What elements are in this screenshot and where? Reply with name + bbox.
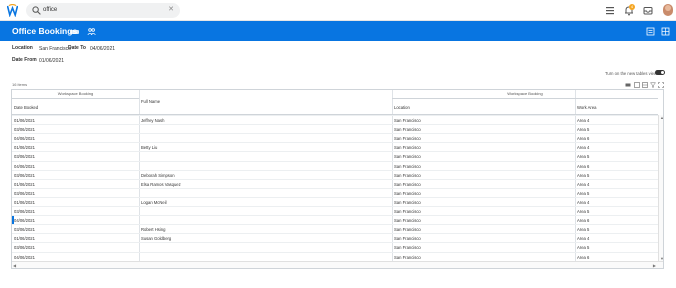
scroll-up-arrow[interactable]: ▲ (660, 115, 663, 120)
notification-badge: 4 (629, 4, 635, 10)
group-header-workspace-booking: Workspace Booking (57, 91, 94, 96)
table-row[interactable]: 03/06/2021 San Francisco Area 5 (12, 151, 658, 160)
export-pdf-icon[interactable] (646, 27, 655, 36)
top-navigation-bar: office ✕ 4 (0, 0, 676, 21)
apps-menu-icon[interactable] (605, 5, 615, 16)
scroll-right-arrow[interactable]: ▶ (653, 263, 656, 268)
table-row[interactable]: 01/06/2021 Elsa Ramos Vasquez San Francisc… (12, 178, 658, 188)
people-icon[interactable] (87, 27, 96, 36)
table-row[interactable]: 04/06/2021 San Francisco Area 6 (12, 251, 658, 261)
date-to-label: Date To (68, 45, 86, 51)
group-header-workspace-booking: Workspace Booking (507, 91, 543, 96)
export-icon[interactable] (634, 82, 640, 88)
column-header-location[interactable]: Location (394, 105, 410, 110)
vertical-scrollbar[interactable]: ▲ ▼ (658, 115, 663, 261)
column-header-full-name[interactable]: Full Name (141, 99, 160, 104)
inbox-icon[interactable] (643, 5, 653, 16)
table-row[interactable]: 03/06/2021 San Francisco Area 5 (12, 242, 658, 251)
table-row[interactable]: 04/06/2021 San Francisco Area 6 (12, 160, 658, 170)
table-row[interactable]: 03/06/2021 Deborah Simpson San Francisco Ar… (12, 169, 658, 179)
filter-icon[interactable] (650, 82, 656, 88)
search-input[interactable]: office (43, 6, 57, 15)
table-row[interactable]: 01/06/2021 Susan Goldberg San Francisco Are… (12, 233, 658, 242)
fullscreen-icon[interactable] (658, 82, 664, 88)
table-row[interactable]: 04/06/2021 San Francisco Area 6 (12, 133, 658, 142)
page-title: Office Bookings (12, 26, 78, 36)
table-row[interactable]: 03/06/2021 Robert Hsing San Francisco Area … (12, 224, 658, 233)
column-header-date-booked[interactable]: Date Booked (14, 105, 38, 110)
workday-logo-icon[interactable] (7, 4, 18, 17)
table-row[interactable]: 01/06/2021 Jeffrey Nash San Francisco Area … (12, 115, 658, 124)
horizontal-scrollbar[interactable]: ◀ ▶ (12, 261, 663, 268)
table-row[interactable]: 03/06/2021 San Francisco Area 5 (12, 187, 658, 197)
location-label: Location (12, 45, 33, 51)
table-row[interactable]: 04/06/2021 San Francisco Area 6 (12, 215, 658, 226)
date-to-value: 04/06/2021 (90, 46, 116, 52)
scroll-left-arrow[interactable]: ◀ (13, 263, 16, 268)
table-row[interactable]: 01/06/2021 Logan McNeil San Francisco Area … (12, 196, 658, 206)
related-actions-button[interactable] (70, 30, 79, 34)
items-count: 16 items (12, 82, 28, 87)
search-field[interactable]: office ✕ (26, 3, 180, 18)
clear-icon[interactable]: ✕ (168, 5, 174, 15)
table-row[interactable]: 03/06/2021 San Francisco Area 5 (12, 124, 658, 133)
table-row[interactable]: 03/06/2021 San Francisco Area 5 (12, 206, 658, 215)
page-header: Office Bookings (0, 21, 676, 41)
grid-icon[interactable] (642, 82, 648, 88)
table-row[interactable]: 01/06/2021 Betty Liu San Francisco Area 4 (12, 142, 658, 151)
location-value: San Francisco (39, 46, 71, 52)
bookings-table: Workspace Booking Workspace Booking Date… (11, 89, 664, 269)
new-table-view-toggle[interactable] (655, 70, 665, 75)
column-header-work-area[interactable]: Work Area (577, 105, 596, 110)
export-excel-icon[interactable] (661, 27, 670, 36)
view-options-icon[interactable] (625, 82, 631, 88)
new-table-view-label: Turn on the new tables view (605, 71, 657, 76)
avatar[interactable] (663, 4, 673, 16)
date-from-value: 01/06/2021 (39, 58, 65, 64)
search-icon (32, 6, 41, 15)
date-from-label: Date From (12, 57, 37, 63)
